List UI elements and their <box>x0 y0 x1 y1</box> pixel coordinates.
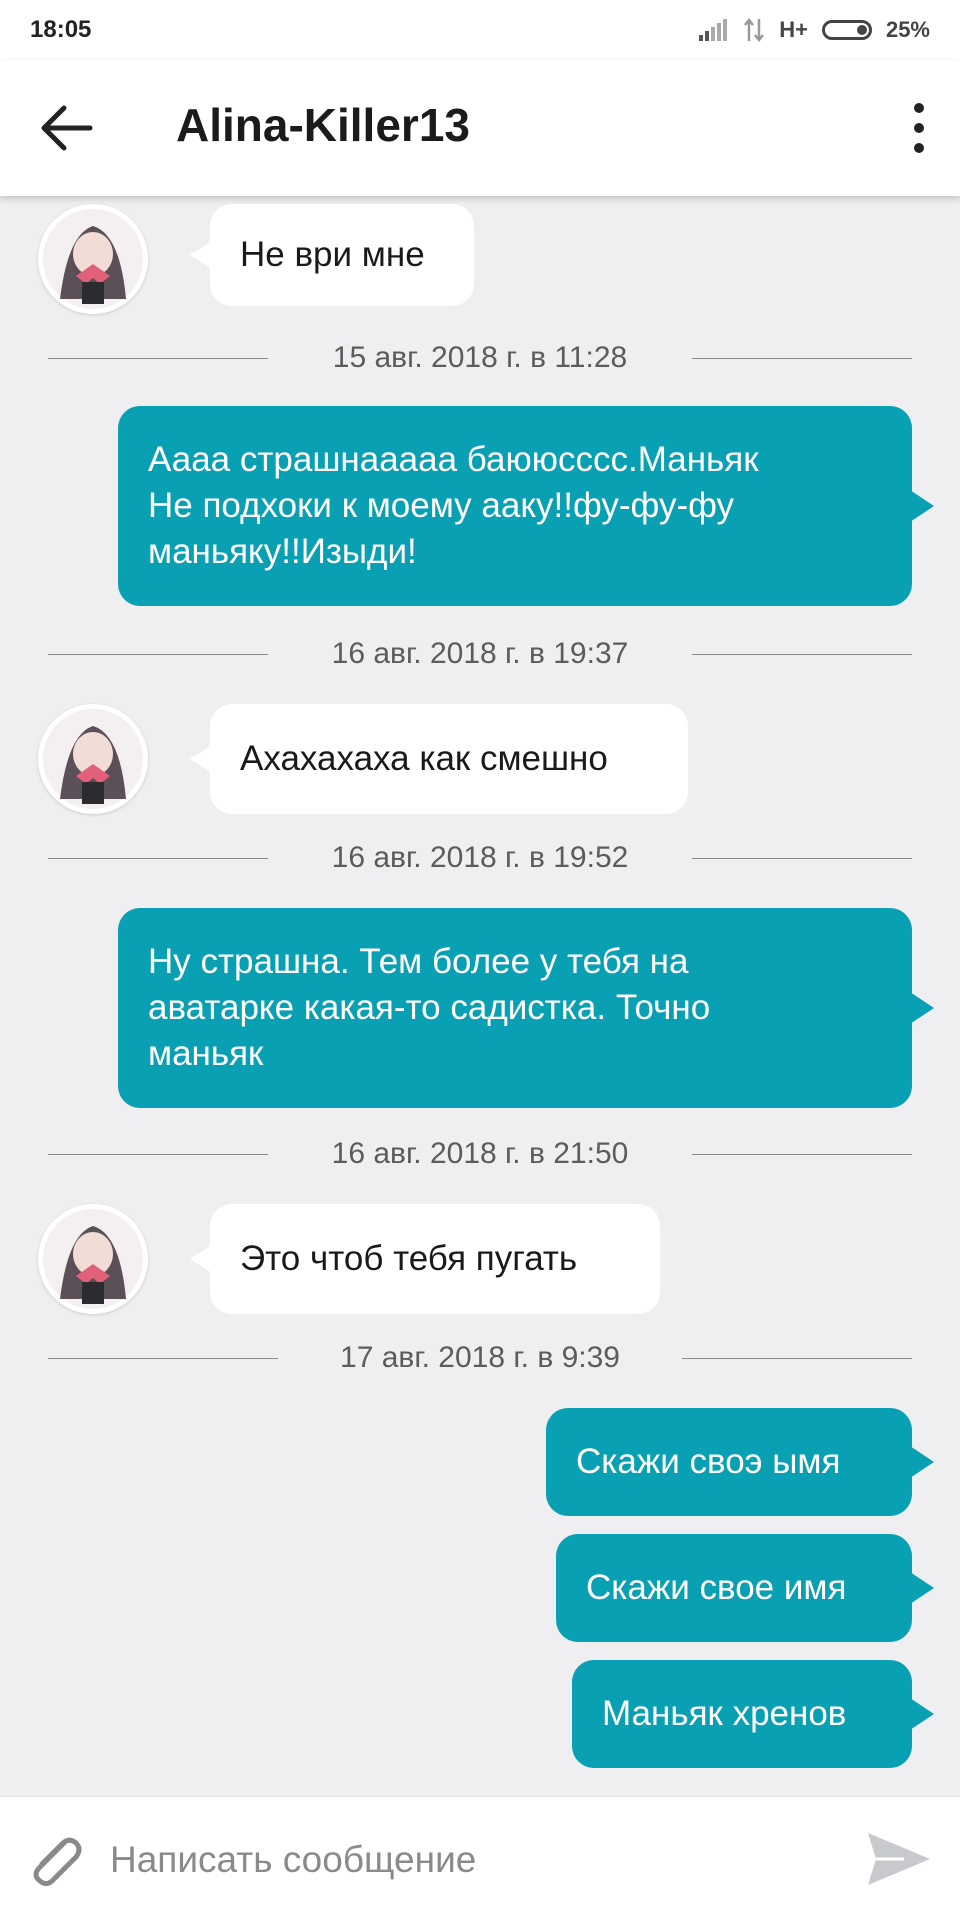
contact-avatar[interactable] <box>38 204 148 314</box>
message-bubble-incoming[interactable]: Не ври мне <box>190 204 474 306</box>
message-composer <box>0 1796 960 1921</box>
message-bubble-outgoing[interactable]: Маньяк хренов <box>572 1660 934 1768</box>
date-separator-text: 16 авг. 2018 г. в 19:52 <box>331 841 629 874</box>
back-arrow-icon[interactable] <box>40 102 96 154</box>
message-text: Маньяк хренов <box>602 1694 847 1733</box>
avatar-image <box>43 1209 143 1309</box>
message-text: Ахахахаха как смешно <box>240 739 608 778</box>
status-time: 18:05 <box>30 16 92 43</box>
date-separator: 16 авг. 2018 г. в 21:50 <box>48 1134 912 1174</box>
date-separator-text: 15 авг. 2018 г. в 11:28 <box>332 341 628 374</box>
message-bubble-outgoing[interactable]: Аааа страшнааааа баююсссс.Маньяк Не подх… <box>118 406 934 606</box>
message-bubble-outgoing[interactable]: Ну страшна. Тем более у тебя на аватарке… <box>118 908 934 1108</box>
message-bubble-incoming[interactable]: Это чтоб тебя пугать <box>190 1204 660 1314</box>
chat-title: Alina-Killer13 <box>176 99 470 151</box>
message-text: Скажи свое имя <box>586 1568 847 1607</box>
message-text: Это чтоб тебя пугать <box>240 1239 578 1278</box>
status-bar: 18:05 H+ 25% <box>0 0 960 60</box>
avatar-image <box>43 209 143 309</box>
network-type: H+ <box>779 17 808 42</box>
date-separator: 16 авг. 2018 г. в 19:52 <box>48 838 912 878</box>
message-text: Скажи своэ ымя <box>576 1442 841 1481</box>
contact-avatar[interactable] <box>38 1204 148 1314</box>
date-separator: 16 авг. 2018 г. в 19:37 <box>48 634 912 674</box>
send-icon[interactable] <box>864 1827 934 1891</box>
message-bubble-incoming[interactable]: Ахахахаха как смешно <box>190 704 688 814</box>
signal-icon <box>699 19 728 41</box>
message-list[interactable]: Не ври мне 15 авг. 2018 г. в 11:28 Аааа … <box>0 196 960 1796</box>
message-bubble-outgoing[interactable]: Скажи свое имя <box>556 1534 934 1642</box>
battery-percent: 25% <box>885 17 930 42</box>
message-bubble-outgoing[interactable]: Скажи своэ ымя <box>546 1408 934 1516</box>
date-separator-text: 16 авг. 2018 г. в 19:37 <box>331 637 629 670</box>
avatar-image <box>43 709 143 809</box>
message-text: Не ври мне <box>240 235 425 274</box>
message-text: Аааа страшнааааа баююсссс.Маньяк Не подх… <box>148 440 759 571</box>
more-vert-icon[interactable] <box>904 100 934 156</box>
contact-avatar[interactable] <box>38 704 148 814</box>
date-separator-text: 16 авг. 2018 г. в 21:50 <box>331 1137 629 1170</box>
data-arrows-icon <box>744 17 765 43</box>
paperclip-icon[interactable] <box>22 1827 88 1893</box>
date-separator-text: 17 авг. 2018 г. в 9:39 <box>340 1341 620 1374</box>
message-input[interactable] <box>108 1825 832 1895</box>
battery-icon <box>821 20 872 40</box>
date-separator: 15 авг. 2018 г. в 11:28 <box>48 338 912 378</box>
date-separator: 17 авг. 2018 г. в 9:39 <box>48 1338 912 1378</box>
status-indicators: H+ 25% <box>699 17 930 43</box>
message-text: Ну страшна. Тем более у тебя на аватарке… <box>148 942 711 1073</box>
app-bar: Alina-Killer13 <box>0 60 960 196</box>
